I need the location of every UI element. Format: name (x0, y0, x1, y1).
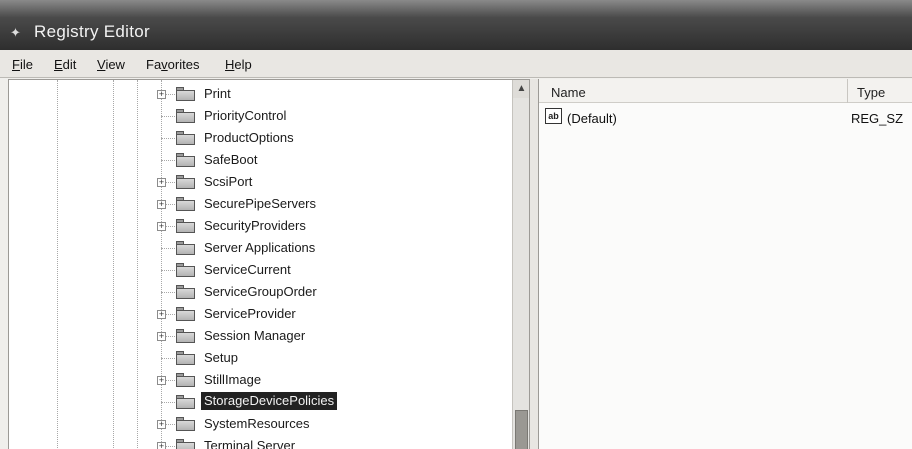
expand-icon[interactable]: + (157, 332, 166, 341)
scroll-up-arrow-icon[interactable]: ▲ (513, 80, 529, 98)
menu-view[interactable]: View (97, 57, 125, 72)
tree-node-label: ServiceGroupOrder (204, 284, 317, 299)
tree-node-label: Print (204, 86, 231, 101)
tree-node[interactable]: + StillImage (9, 369, 509, 391)
tree-node[interactable]: Server Applications (9, 237, 509, 259)
tree-node-label: StillImage (204, 372, 262, 387)
expand-icon[interactable]: + (157, 178, 166, 187)
folder-icon (176, 219, 195, 233)
value-row[interactable]: ab (Default) REG_SZ (539, 107, 912, 129)
column-separator[interactable] (847, 79, 848, 103)
folder-icon (176, 263, 195, 277)
pane-splitter[interactable] (530, 79, 538, 449)
tree-node[interactable]: ProductOptions (9, 127, 509, 149)
tree-connector (161, 402, 175, 403)
tree-node[interactable]: ServiceCurrent (9, 259, 509, 281)
folder-icon (176, 109, 195, 123)
column-header-name[interactable]: Name (551, 85, 586, 100)
menu-help[interactable]: Help (225, 57, 252, 72)
tree-node-label: StorageDevicePolicies (201, 392, 338, 410)
tree-node-label: Setup (204, 350, 238, 365)
tree-node[interactable]: + ScsiPort (9, 171, 509, 193)
menu-file[interactable]: File (12, 57, 33, 72)
tree-node-label: PriorityControl (204, 108, 287, 123)
tree-node[interactable]: + Session Manager (9, 325, 509, 347)
window-title: Registry Editor (34, 22, 150, 41)
folder-icon (176, 439, 195, 449)
tree-node[interactable]: + SecurityProviders (9, 215, 509, 237)
column-header-type[interactable]: Type (857, 85, 885, 100)
tree-connector (161, 116, 175, 117)
tree-node-label: SecurePipeServers (204, 196, 316, 211)
tree-node-label: Session Manager (204, 328, 306, 343)
key-tree-pane[interactable]: + Print PriorityControl ProductOptions SafeB… (8, 79, 530, 449)
menu-bar: File Edit View Favorites Help (0, 50, 912, 78)
expand-icon[interactable]: + (157, 310, 166, 319)
expand-icon[interactable]: + (157, 420, 166, 429)
title-bar[interactable]: ✦ Registry Editor (0, 0, 912, 50)
tree-node-label: SafeBoot (204, 152, 258, 167)
tree-connector (161, 292, 175, 293)
folder-icon (176, 329, 195, 343)
folder-icon (176, 87, 195, 101)
tree-node[interactable]: SafeBoot (9, 149, 509, 171)
tree-node[interactable]: + Print (9, 83, 509, 105)
value-type: REG_SZ (851, 111, 904, 126)
tree-node[interactable]: + ServiceProvider (9, 303, 509, 325)
folder-icon (176, 197, 195, 211)
string-value-icon: ab (545, 108, 562, 124)
tree-connector (161, 358, 175, 359)
value-name: (Default) (567, 111, 617, 126)
tree-node-label: SecurityProviders (204, 218, 306, 233)
expand-icon[interactable]: + (157, 376, 166, 385)
tree-node[interactable]: ServiceGroupOrder (9, 281, 509, 303)
folder-icon (176, 131, 195, 145)
tree-scrollbar[interactable]: ▲ (512, 80, 529, 449)
tree-connector (161, 248, 175, 249)
tree-node-label: Server Applications (204, 240, 316, 255)
expand-icon[interactable]: + (157, 222, 166, 231)
tree-connector (161, 270, 175, 271)
folder-icon (176, 153, 195, 167)
tree-node-label: ProductOptions (204, 130, 294, 145)
folder-icon (176, 175, 195, 189)
folder-icon (176, 307, 195, 321)
folder-icon (176, 373, 195, 387)
registry-editor-window: ✦ Registry Editor File Edit View Favorit… (0, 0, 912, 449)
folder-icon (176, 417, 195, 431)
tree-node-label: Terminal Server (204, 438, 296, 449)
folder-icon (176, 285, 195, 299)
tree-node-label: ScsiPort (204, 174, 253, 189)
tree-node-label: ServiceCurrent (204, 262, 291, 277)
expand-icon[interactable]: + (157, 442, 166, 449)
values-list-pane[interactable]: Name Type ab (Default) REG_SZ (538, 79, 912, 449)
tree-connector (161, 138, 175, 139)
tree-node[interactable]: Setup (9, 347, 509, 369)
tree-node[interactable]: + SecurePipeServers (9, 193, 509, 215)
tree-node-label: SystemResources (204, 416, 310, 431)
expand-icon[interactable]: + (157, 200, 166, 209)
tree-connector (161, 160, 175, 161)
registry-editor-icon: ✦ (10, 25, 21, 40)
tree-node[interactable]: PriorityControl (9, 105, 509, 127)
menu-edit[interactable]: Edit (54, 57, 76, 72)
tree-node[interactable]: StorageDevicePolicies (9, 391, 509, 413)
folder-icon (176, 241, 195, 255)
expand-icon[interactable]: + (157, 90, 166, 99)
menu-favorites[interactable]: Favorites (146, 57, 199, 72)
tree-node-label: ServiceProvider (204, 306, 296, 321)
folder-icon (176, 395, 195, 409)
tree-node[interactable]: + Terminal Server (9, 435, 509, 449)
tree-node[interactable]: + SystemResources (9, 413, 509, 435)
list-header: Name Type (539, 79, 912, 103)
folder-icon (176, 351, 195, 365)
scroll-thumb[interactable] (515, 410, 528, 449)
